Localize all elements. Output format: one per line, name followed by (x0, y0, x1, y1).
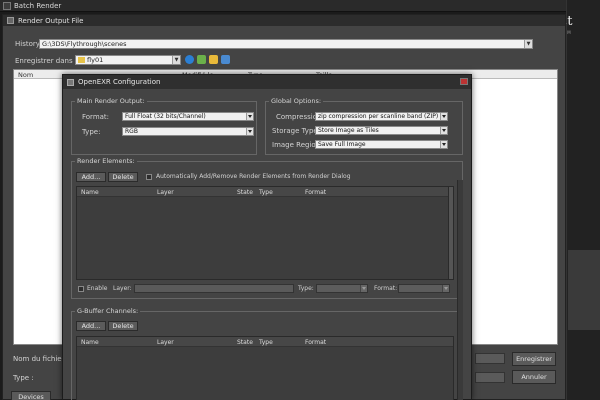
image-region-dropdown[interactable]: Save Full Image (315, 140, 448, 149)
compression-dropdown[interactable]: zip compression per scanline band (ZIP) (315, 112, 448, 121)
type-label: Type: (82, 128, 101, 136)
up-folder-icon[interactable] (197, 55, 206, 64)
image-region-value: Save Full Image (318, 141, 366, 148)
type-label: Type : (13, 374, 34, 382)
view-menu-icon[interactable] (221, 55, 230, 64)
chevron-down-icon (442, 285, 449, 292)
enable-label: Enable (87, 285, 108, 292)
gbuffer-table[interactable]: Name Layer State Type Format (76, 336, 454, 400)
type-value: RGB (125, 128, 138, 135)
dialog-icon (67, 78, 74, 86)
chevron-down-icon (246, 113, 253, 120)
auto-add-checkbox[interactable] (146, 174, 152, 180)
chevron-down-icon (440, 141, 447, 148)
layer-input[interactable] (134, 284, 294, 293)
type-dropdown[interactable] (475, 372, 505, 383)
render-elements-table[interactable]: Name Layer State Type Format (76, 186, 454, 280)
global-options-group: Global Options: Compression: zip compres… (265, 97, 463, 155)
col-name: Name (81, 189, 99, 196)
add-render-element-button[interactable]: Add... (76, 172, 106, 182)
history-label: History: (15, 40, 42, 48)
dialog-icon (7, 17, 14, 24)
auto-add-label: Automatically Add/Remove Render Elements… (156, 173, 351, 180)
filename-input[interactable] (475, 353, 505, 364)
storage-type-dropdown[interactable]: Store Image as Tiles (315, 126, 448, 135)
re-format-label: Format: (374, 285, 398, 292)
col-layer: Layer (157, 189, 174, 196)
type-dropdown[interactable]: RGB (122, 127, 254, 136)
gbuffer-channels-title: G-Buffer Channels: (75, 307, 141, 315)
col-state: State (237, 189, 253, 196)
gbuffer-channels-group: G-Buffer Channels: Add... Delete Name La… (71, 307, 463, 400)
background-panel (566, 0, 600, 400)
batch-render-titlebar: Batch Render (0, 0, 600, 12)
chevron-down-icon (440, 113, 447, 120)
main-render-output-group: Main Render Output: Format: Full Float (… (71, 97, 257, 155)
col-name: Name (81, 339, 99, 346)
storage-type-value: Store Image as Tiles (318, 127, 379, 134)
openexr-titlebar: OpenEXR Configuration (63, 75, 471, 89)
enable-checkbox[interactable] (78, 286, 84, 292)
col-type: Type (259, 339, 273, 346)
openexr-title: OpenEXR Configuration (78, 78, 161, 86)
dialog-scrollbar[interactable] (457, 180, 463, 400)
chevron-down-icon: ▼ (524, 40, 532, 48)
batch-render-title: Batch Render (14, 1, 62, 10)
delete-gbuffer-button[interactable]: Delete (108, 321, 138, 331)
format-dropdown[interactable]: Full Float (32 bits/Channel) (122, 112, 254, 121)
format-value: Full Float (32 bits/Channel) (125, 113, 206, 120)
save-in-label: Enregistrer dans : (15, 57, 78, 65)
re-type-dropdown[interactable] (316, 284, 368, 293)
gbuffer-header: Name Layer State Type Format (77, 337, 453, 347)
storage-type-label: Storage Type: (272, 127, 321, 135)
render-elements-group: Render Elements: Add... Delete Automatic… (71, 157, 463, 299)
chevron-down-icon (440, 127, 447, 134)
save-in-dropdown[interactable]: fly01 ▼ (75, 55, 181, 65)
render-elements-title: Render Elements: (75, 157, 137, 165)
close-icon[interactable] (460, 78, 468, 85)
folder-icon (78, 57, 85, 63)
cancel-button[interactable]: Annuler (512, 370, 556, 384)
add-gbuffer-button[interactable]: Add... (76, 321, 106, 331)
app-icon (3, 1, 11, 10)
delete-render-element-button[interactable]: Delete (108, 172, 138, 182)
col-format: Format (305, 189, 327, 196)
col-format: Format (305, 339, 327, 346)
main-render-output-title: Main Render Output: (75, 97, 147, 105)
layer-label: Layer: (113, 285, 132, 292)
render-output-titlebar: Render Output File (3, 15, 565, 26)
col-state: State (237, 339, 253, 346)
col-layer: Layer (157, 339, 174, 346)
chevron-down-icon (246, 128, 253, 135)
history-value: G:\3DS\Flythrough\scenes (42, 40, 127, 48)
history-dropdown[interactable]: G:\3DS\Flythrough\scenes ▼ (39, 39, 533, 49)
back-icon[interactable] (185, 55, 194, 64)
render-elements-header: Name Layer State Type Format (77, 187, 453, 197)
compression-value: zip compression per scanline band (ZIP) (318, 113, 439, 120)
table-scrollbar[interactable] (448, 187, 453, 279)
save-in-value: fly01 (87, 56, 104, 64)
openexr-config-dialog: OpenEXR Configuration Main Render Output… (62, 74, 472, 400)
devices-button[interactable]: Devices (11, 391, 51, 400)
global-options-title: Global Options: (269, 97, 324, 105)
render-output-title: Render Output File (18, 16, 84, 25)
format-label: Format: (82, 113, 110, 121)
col-type: Type (259, 189, 273, 196)
new-folder-icon[interactable] (209, 55, 218, 64)
save-button[interactable]: Enregistrer (512, 352, 556, 366)
re-type-label: Type: (298, 285, 314, 292)
col-name[interactable]: Nom (18, 71, 33, 79)
chevron-down-icon (360, 285, 367, 292)
chevron-down-icon: ▼ (172, 56, 180, 64)
background-strip (568, 250, 600, 330)
re-format-dropdown[interactable] (398, 284, 450, 293)
filename-label: Nom du fichier : (13, 355, 70, 363)
